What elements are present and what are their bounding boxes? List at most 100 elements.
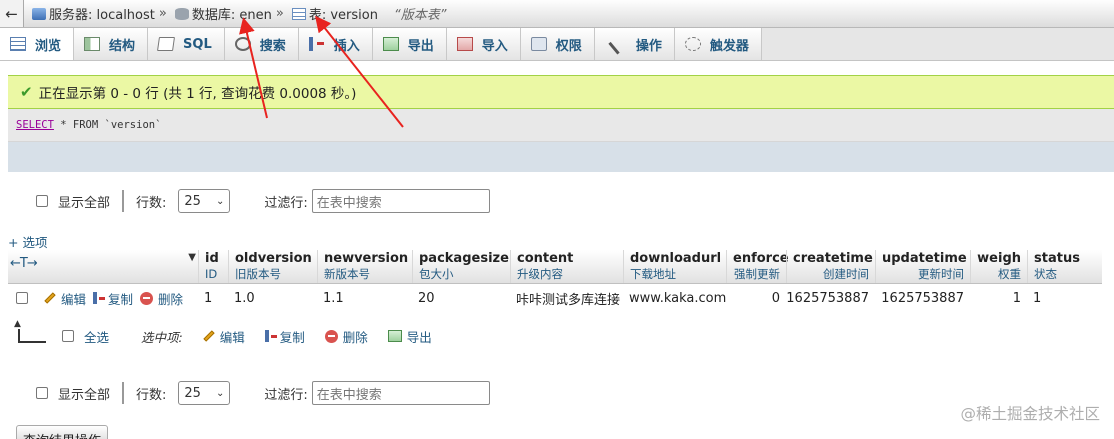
row-edit-button[interactable]: 编辑 bbox=[44, 289, 86, 308]
breadcrumb: ← 服务器: localhost » 数据库: enen » 表: versio… bbox=[0, 0, 1114, 28]
breadcrumb-separator: » bbox=[275, 6, 284, 21]
breadcrumb-database[interactable]: 数据库: enen » bbox=[174, 4, 284, 23]
table-row: 编辑 复制 删除 1 1.0 1.1 20 咔咔测试多库连接 www.kaka.… bbox=[8, 284, 1102, 312]
watermark: @稀土掘金技术社区 bbox=[960, 405, 1100, 423]
column-header-createtime[interactable]: createtime 创建时间 bbox=[786, 250, 875, 283]
tab-operations[interactable]: 操作 bbox=[594, 28, 675, 60]
import-icon bbox=[456, 37, 473, 51]
success-message-text: 正在显示第 0 - 0 行 (共 1 行, 查询花费 0.0008 秒。) bbox=[38, 86, 357, 102]
structure-icon bbox=[84, 37, 101, 51]
select-all-checkbox[interactable] bbox=[62, 330, 74, 342]
tab-insert[interactable]: 插入 bbox=[298, 28, 373, 60]
annotation-arrows bbox=[239, 15, 404, 128]
column-header-weigh[interactable]: weigh 权重 bbox=[970, 250, 1027, 283]
tab-bar: 浏览 结构 SQL 搜索 插入 导出 导入 权限 操作 触发器 bbox=[0, 28, 1114, 61]
tab-structure[interactable]: 结构 bbox=[74, 28, 149, 60]
column-resize-arrows-icon[interactable]: ←T→ bbox=[10, 256, 38, 271]
cell-enforce[interactable]: 0 bbox=[726, 291, 786, 306]
column-header-status[interactable]: status 状态 bbox=[1027, 250, 1087, 283]
rows-label: 行数: bbox=[136, 195, 167, 211]
bulk-edit-button[interactable]: 编辑 bbox=[203, 327, 245, 346]
sort-dropdown-icon[interactable]: ▼ bbox=[188, 252, 196, 263]
copy-icon bbox=[264, 330, 277, 342]
show-all-checkbox[interactable] bbox=[36, 387, 48, 399]
sql-select-keyword[interactable]: SELECT bbox=[16, 119, 54, 131]
table-icon bbox=[291, 7, 306, 20]
divider bbox=[122, 382, 125, 404]
check-icon: ✔ bbox=[20, 83, 33, 101]
cell-id[interactable]: 1 bbox=[198, 291, 228, 306]
breadcrumb-separator: » bbox=[158, 6, 167, 21]
cell-status[interactable]: 1 bbox=[1027, 291, 1087, 306]
row-delete-button[interactable]: 删除 bbox=[140, 289, 183, 308]
operations-icon bbox=[608, 33, 630, 55]
tab-triggers[interactable]: 触发器 bbox=[674, 28, 762, 60]
column-header-packagesize[interactable]: packagesize 包大小 bbox=[412, 250, 510, 283]
breadcrumb-database-label[interactable]: 数据库: enen bbox=[192, 4, 272, 23]
row-actions: 编辑 复制 删除 bbox=[8, 289, 198, 308]
navigation-row-top: 显示全部 行数: 25 ⌄ 过滤行: 在表中搜索 bbox=[0, 186, 490, 216]
column-header-newversion[interactable]: newversion 新版本号 bbox=[317, 250, 412, 283]
bulk-actions: 全选 选中项: 编辑 复制 删除 导出 bbox=[0, 319, 432, 350]
column-header-content[interactable]: content 升级内容 bbox=[510, 250, 623, 283]
breadcrumb-table-label[interactable]: 表: version bbox=[309, 4, 378, 23]
cell-downloadurl[interactable]: www.kaka.com bbox=[623, 291, 726, 306]
corner-arrow-icon bbox=[14, 319, 46, 343]
cell-packagesize[interactable]: 20 bbox=[412, 291, 510, 306]
filter-label: 过滤行: bbox=[264, 387, 308, 403]
cell-createtime[interactable]: 1625753887 bbox=[786, 291, 875, 306]
sql-icon bbox=[157, 37, 176, 51]
back-arrow-icon[interactable]: ← bbox=[0, 0, 24, 27]
rows-label: 行数: bbox=[136, 387, 167, 403]
pencil-icon bbox=[44, 292, 56, 304]
tab-import[interactable]: 导入 bbox=[446, 28, 521, 60]
delete-icon bbox=[324, 329, 338, 343]
tab-export[interactable]: 导出 bbox=[372, 28, 447, 60]
column-header-id[interactable]: id ID bbox=[198, 250, 228, 283]
tab-search[interactable]: 搜索 bbox=[224, 28, 299, 60]
tab-privileges[interactable]: 权限 bbox=[520, 28, 595, 60]
pencil-icon bbox=[203, 330, 215, 342]
export-icon bbox=[387, 330, 402, 342]
bulk-copy-button[interactable]: 复制 bbox=[264, 327, 305, 346]
query-results-operations-button[interactable]: 查询结果操作 bbox=[16, 425, 109, 439]
bulk-export-button[interactable]: 导出 bbox=[387, 327, 432, 346]
insert-icon bbox=[308, 37, 325, 51]
divider bbox=[122, 190, 125, 212]
success-message: ✔ 正在显示第 0 - 0 行 (共 1 行, 查询花费 0.0008 秒。) bbox=[8, 75, 1114, 109]
breadcrumb-server-label[interactable]: 服务器: localhost bbox=[49, 4, 155, 23]
filter-rows-input[interactable]: 在表中搜索 bbox=[311, 189, 490, 213]
privileges-icon bbox=[530, 37, 547, 51]
tab-browse[interactable]: 浏览 bbox=[0, 28, 75, 60]
column-header-downloadurl[interactable]: downloadurl 下载地址 bbox=[623, 250, 726, 283]
chevron-down-icon: ⌄ bbox=[216, 195, 225, 207]
column-header-oldversion[interactable]: oldversion 旧版本号 bbox=[228, 250, 317, 283]
show-all-checkbox[interactable] bbox=[36, 195, 48, 207]
search-icon bbox=[234, 37, 251, 51]
rows-select[interactable]: 25 ⌄ bbox=[178, 381, 231, 405]
options-link[interactable]: + 选项 bbox=[8, 232, 47, 251]
with-selected-label: 选中项: bbox=[141, 329, 183, 345]
bulk-delete-button[interactable]: 删除 bbox=[324, 327, 368, 346]
row-copy-button[interactable]: 复制 bbox=[93, 289, 133, 308]
tab-sql[interactable]: SQL bbox=[148, 28, 225, 60]
rows-select[interactable]: 25 ⌄ bbox=[178, 189, 231, 213]
cell-weigh[interactable]: 1 bbox=[970, 291, 1027, 306]
cell-content[interactable]: 咔咔测试多库连接 bbox=[510, 289, 623, 308]
copy-icon bbox=[93, 292, 106, 304]
show-all-label[interactable]: 显示全部 bbox=[58, 192, 110, 211]
show-all-label[interactable]: 显示全部 bbox=[58, 384, 110, 403]
breadcrumb-table[interactable]: 表: version bbox=[291, 4, 378, 23]
breadcrumb-server[interactable]: 服务器: localhost » bbox=[32, 4, 167, 23]
filter-rows-input[interactable]: 在表中搜索 bbox=[311, 381, 490, 405]
sql-query-toolbar bbox=[8, 142, 1114, 172]
cell-newversion[interactable]: 1.1 bbox=[317, 291, 412, 306]
column-header-enforce[interactable]: enforce 强制更新 bbox=[726, 250, 789, 283]
cell-oldversion[interactable]: 1.0 bbox=[228, 291, 317, 306]
column-header-updatetime[interactable]: updatetime 更新时间 bbox=[875, 250, 970, 283]
row-checkbox[interactable] bbox=[16, 292, 28, 304]
select-all-label[interactable]: 全选 bbox=[84, 327, 109, 346]
header-controls: ←T→ ▼ bbox=[8, 250, 198, 283]
cell-updatetime[interactable]: 1625753887 bbox=[875, 291, 970, 306]
server-icon bbox=[32, 7, 46, 20]
